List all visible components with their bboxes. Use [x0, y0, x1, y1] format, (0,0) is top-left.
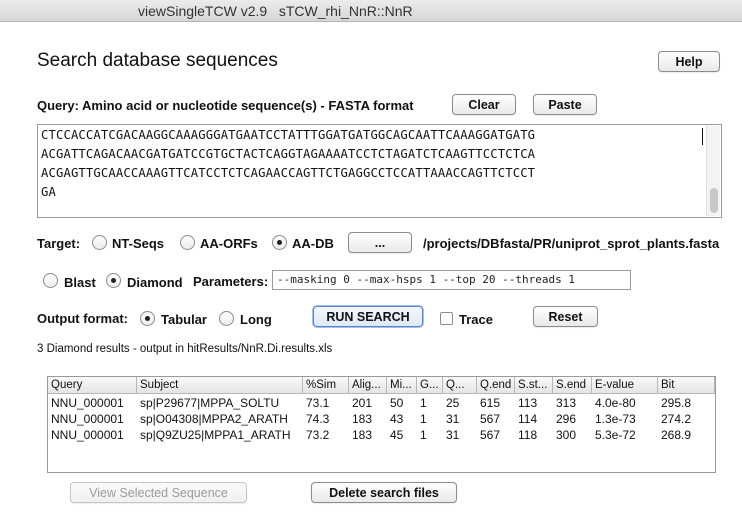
target-aa-db-radio[interactable] — [272, 235, 287, 250]
target-aa-db-label: AA-DB — [292, 236, 334, 251]
table-cell: 1.3e-73 — [595, 412, 636, 426]
table-cell: 43 — [390, 412, 404, 426]
scrollbar-thumb[interactable] — [710, 188, 718, 213]
sequence-line: ACGAGTTGCAACCAAAGTTCATCCTCTCAGAACCAGTTCT… — [41, 166, 536, 180]
table-row[interactable]: NNU_000001 sp|P29677|MPPA_SOLTU 73.1 201… — [48, 395, 715, 411]
table-cell: 31 — [446, 412, 460, 426]
output-format-label: Output format: — [37, 311, 128, 326]
view-selected-sequence-button[interactable]: View Selected Sequence — [70, 482, 247, 503]
table-cell: 118 — [518, 428, 538, 442]
help-button[interactable]: Help — [658, 51, 720, 72]
table-cell: 113 — [518, 396, 538, 410]
table-cell: 114 — [518, 412, 538, 426]
table-row[interactable]: NNU_000001 sp|Q9ZU25|MPPA1_ARATH 73.2 18… — [48, 427, 715, 443]
window-title: viewSingleTCW v2.9 sTCW_rhi_NnR::NnR — [138, 0, 413, 22]
table-cell: 4.0e-80 — [595, 396, 636, 410]
delete-search-files-button[interactable]: Delete search files — [311, 482, 457, 503]
target-aa-orfs-radio[interactable] — [180, 235, 195, 250]
table-cell: 45 — [390, 428, 404, 442]
sequence-textarea[interactable]: CTCCACCATCGACAAGGCAAAGGGATGAATCCTATTTGGA… — [37, 124, 722, 218]
tabular-label: Tabular — [161, 312, 207, 327]
column-header[interactable]: S.st... — [515, 377, 553, 394]
diamond-radio[interactable] — [106, 273, 121, 288]
table-cell: sp|O04308|MPPA2_ARATH — [140, 412, 288, 426]
table-cell: 73.2 — [306, 428, 330, 442]
parameters-label: Parameters: — [193, 274, 269, 289]
table-cell: 1 — [420, 396, 427, 410]
tabular-radio[interactable] — [140, 311, 155, 326]
column-header[interactable]: Mi... — [387, 377, 417, 394]
results-table[interactable]: Query Subject %Sim Alig... Mi... G... Q.… — [47, 376, 716, 473]
table-cell: 50 — [390, 396, 404, 410]
column-header[interactable]: Bit — [658, 377, 715, 394]
table-cell: 74.3 — [306, 412, 330, 426]
column-header[interactable]: E-value — [592, 377, 658, 394]
paste-button[interactable]: Paste — [533, 94, 597, 115]
table-cell: NNU_000001 — [51, 396, 124, 410]
table-cell: 183 — [352, 428, 373, 442]
table-cell: NNU_000001 — [51, 428, 124, 442]
run-search-button[interactable]: RUN SEARCH — [313, 306, 423, 327]
column-header[interactable]: Q... — [443, 377, 477, 394]
blast-label: Blast — [64, 275, 96, 290]
table-cell: 268.9 — [661, 428, 692, 442]
sequence-line: GA — [41, 185, 56, 199]
query-label: Query: Amino acid or nucleotide sequence… — [37, 98, 414, 113]
table-cell: 296 — [556, 412, 577, 426]
parameters-input[interactable]: --masking 0 --max-hsps 1 --top 20 --thre… — [272, 270, 631, 290]
sequence-scrollbar[interactable] — [706, 126, 720, 216]
table-cell: 25 — [446, 396, 460, 410]
table-cell: 295.8 — [661, 396, 692, 410]
status-text: 3 Diamond results - output in hitResults… — [37, 343, 333, 355]
table-cell: sp|P29677|MPPA_SOLTU — [140, 396, 280, 410]
column-header[interactable]: Alig... — [349, 377, 387, 394]
table-cell: 201 — [352, 396, 373, 410]
column-header[interactable]: Q.end — [477, 377, 515, 394]
table-cell: 73.1 — [306, 396, 330, 410]
column-header[interactable]: Query — [48, 377, 137, 394]
app-name: viewSingleTCW v2.9 — [138, 3, 268, 19]
table-cell: 313 — [556, 396, 577, 410]
table-cell: 615 — [480, 396, 501, 410]
table-cell: 183 — [352, 412, 373, 426]
project-name: sTCW_rhi_NnR::NnR — [278, 3, 413, 19]
long-label: Long — [240, 312, 272, 327]
table-cell: 567 — [480, 412, 501, 426]
table-cell: 274.2 — [661, 412, 692, 426]
target-nt-seqs-label: NT-Seqs — [112, 236, 165, 251]
table-header: Query Subject %Sim Alig... Mi... G... Q.… — [48, 377, 715, 394]
column-header[interactable]: %Sim — [303, 377, 349, 394]
table-cell: 1 — [420, 412, 427, 426]
table-cell: sp|Q9ZU25|MPPA1_ARATH — [140, 428, 291, 442]
db-path: /projects/DBfasta/PR/uniprot_sprot_plant… — [423, 236, 720, 251]
reset-button[interactable]: Reset — [533, 306, 598, 327]
column-header[interactable]: Subject — [137, 377, 303, 394]
table-cell: 567 — [480, 428, 501, 442]
trace-checkbox[interactable] — [440, 312, 453, 325]
target-label: Target: — [37, 236, 81, 251]
table-cell: NNU_000001 — [51, 412, 124, 426]
table-row[interactable]: NNU_000001 sp|O04308|MPPA2_ARATH 74.3 18… — [48, 411, 715, 427]
target-nt-seqs-radio[interactable] — [92, 235, 107, 250]
target-aa-orfs-label: AA-ORFs — [200, 236, 258, 251]
column-header[interactable]: S.end — [553, 377, 592, 394]
table-cell: 31 — [446, 428, 460, 442]
text-caret — [702, 128, 703, 145]
blast-radio[interactable] — [43, 273, 58, 288]
column-header[interactable]: G... — [417, 377, 443, 394]
diamond-label: Diamond — [127, 275, 183, 290]
long-radio[interactable] — [219, 311, 234, 326]
trace-label: Trace — [459, 312, 493, 327]
table-cell: 5.3e-72 — [595, 428, 636, 442]
table-cell: 300 — [556, 428, 577, 442]
browse-db-button[interactable]: ... — [348, 232, 412, 253]
page-title: Search database sequences — [37, 50, 278, 71]
sequence-line: ACGATTCAGACAACGATGATCCGTGCTACTCAGGTAGAAA… — [41, 147, 536, 161]
clear-button[interactable]: Clear — [452, 94, 516, 115]
sequence-line: CTCCACCATCGACAAGGCAAAGGGATGAATCCTATTTGGA… — [41, 128, 536, 142]
window-titlebar: viewSingleTCW v2.9 sTCW_rhi_NnR::NnR — [0, 0, 742, 22]
table-cell: 1 — [420, 428, 427, 442]
